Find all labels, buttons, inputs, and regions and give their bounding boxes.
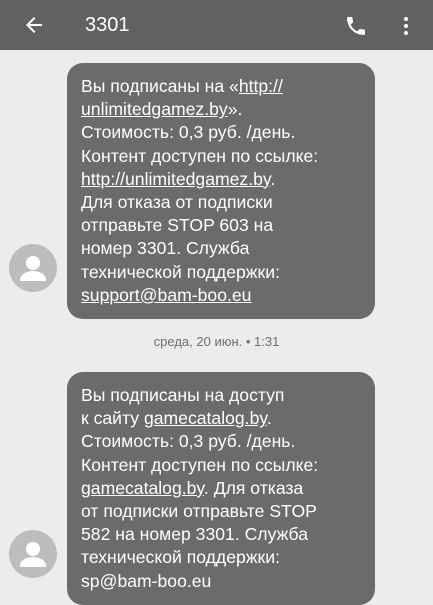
message-line: Контент доступен по ссылке: [81,145,361,168]
message-line: 582 на номер 3301. Служба [81,523,361,546]
phone-icon [347,17,365,35]
message-line: Для отказа от подписки [81,191,361,214]
message-bubble[interactable]: Вы подписаны на «http://unlimitedgamez.b… [67,63,375,320]
message-link[interactable]: unlimitedgamez.by [81,99,228,119]
message-line: sp@bam-boo.eu [81,570,361,593]
message-line: Контент доступен по ссылке: [81,454,361,477]
message-line: технической поддержки: [81,546,361,569]
message-link[interactable]: http:// [239,76,283,96]
message-line: gamecatalog.by. Для отказа [81,477,361,500]
message-text: технической поддержки: [81,547,280,568]
message-text: . [270,168,276,189]
arrow-left-icon [26,17,42,33]
conversation-title: 3301 [85,14,130,36]
message-bubble[interactable]: Вы подписаны на доступ к сайту gamecatalo… [67,372,375,605]
message-text: . [266,408,272,429]
message-link[interactable]: gamecatalog.by [144,408,267,428]
message-line: http://unlimitedgamez.by. [81,168,361,191]
person-icon [20,256,46,281]
message-line: Стоимость: 0,3 руб. /день. [81,430,361,453]
message-text: ». [227,99,243,120]
message-text: Стоимость: 0,3 руб. /день. [81,431,296,452]
message-link[interactable]: http://unlimitedgamez.by [81,169,270,189]
message-line: номер 3301. Служба [81,237,361,260]
message-line: unlimitedgamez.by». [81,98,361,121]
message-line: Вы подписаны на доступ [81,384,361,407]
message-text: отправьте STOP 603 на [81,215,274,236]
message-link[interactable]: gamecatalog.by [81,478,204,498]
message-text: номер 3301. Служба [81,238,250,259]
call-button[interactable] [341,11,371,41]
message-line: Вы подписаны на «http:// [81,75,361,98]
message-text: 582 на номер 3301. Служба [81,524,308,545]
message-line: support@bam-boo.eu [81,284,361,307]
person-icon [20,542,46,567]
sender-avatar[interactable] [9,530,57,578]
message-link[interactable]: support@bam-boo.eu [81,285,251,305]
message-line: отправьте STOP 603 на [81,214,361,237]
message-text: технической поддержки: [81,261,280,282]
message-text: . Для отказа [203,477,304,498]
message-text: Вы подписаны на « [81,76,239,96]
message-text: от подписки отправьте STOP [81,501,317,522]
message-timestamp: среда, 20 июн. • 1:31 [153,334,280,349]
more-options-button[interactable] [393,11,419,41]
message-text: Для отказа от подписки [81,192,273,213]
message-line: от подписки отправьте STOP [81,500,361,523]
message-line: Стоимость: 0,3 руб. /день. [81,121,361,144]
message-text: sp@bam-boo.eu [81,570,212,591]
message-line: технической поддержки: [81,261,361,284]
message-text: Контент доступен по ссылке: [81,145,319,166]
message-text: к сайту [81,408,144,429]
more-vert-icon [404,17,408,35]
message-text: Контент доступен по ссылке: [81,454,319,475]
message-line: к сайту gamecatalog.by. [81,407,361,430]
message-text: Вы подписаны на доступ [81,385,285,405]
sender-avatar[interactable] [9,244,57,292]
back-button[interactable] [18,9,50,41]
app-bar: 3301 [0,0,433,50]
message-text: Стоимость: 0,3 руб. /день. [81,122,296,143]
